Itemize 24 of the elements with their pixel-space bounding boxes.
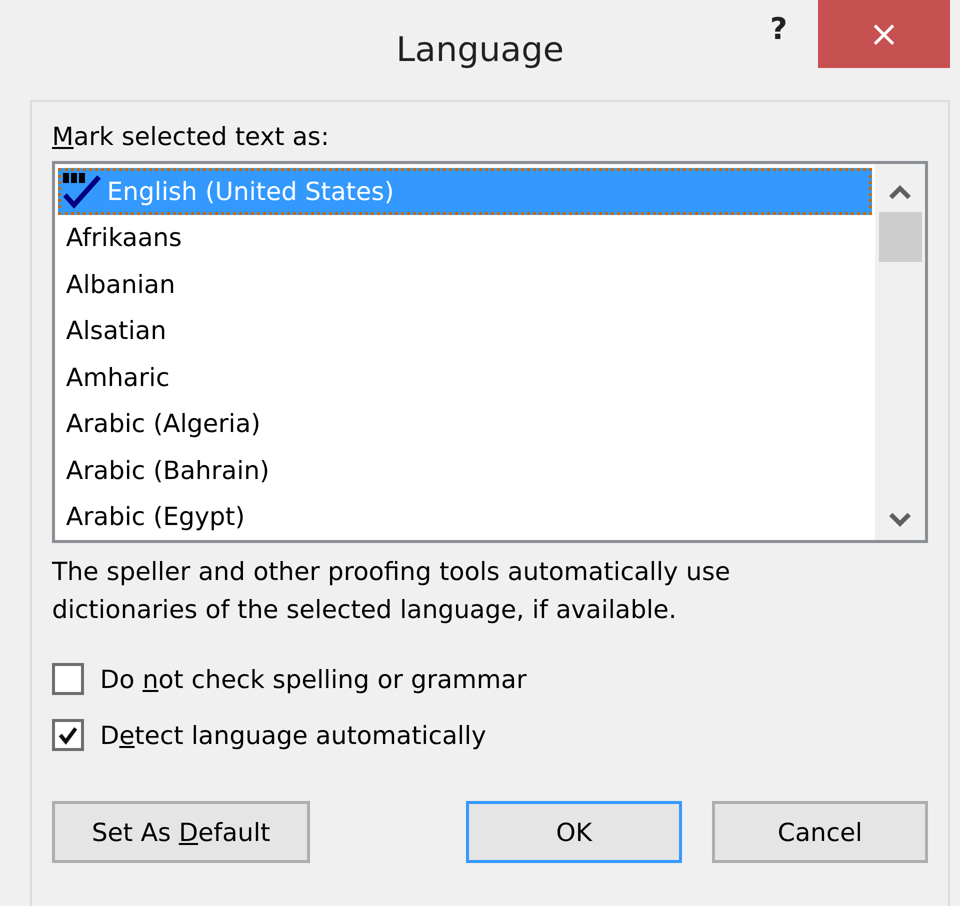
scroll-down-icon[interactable] — [889, 512, 911, 528]
language-item[interactable]: Amharic — [58, 354, 872, 400]
dialog-button[interactable]: Set As Default — [52, 801, 310, 863]
language-item[interactable]: Albanian — [58, 261, 872, 308]
dialog-button[interactable]: Cancel — [712, 801, 928, 863]
close-button[interactable]: × — [818, 0, 950, 68]
language-item[interactable]: Alsatian — [58, 308, 872, 354]
scrollbar-thumb[interactable] — [878, 212, 922, 262]
checkbox[interactable] — [52, 719, 84, 751]
language-item[interactable]: Arabic (Bahrain) — [58, 447, 872, 494]
scrollbar[interactable] — [875, 164, 925, 540]
language-item[interactable]: Arabic (Egypt) — [58, 494, 872, 540]
list-label: Mark selected text as: — [52, 122, 330, 151]
checkbox-label[interactable]: Detect language automatically — [100, 720, 486, 750]
window-title: Language — [396, 30, 564, 70]
checkbox[interactable] — [52, 663, 84, 695]
description-text: The speller and other proofing tools automatically use dictionaries of the selected language, if available. — [52, 556, 732, 626]
checkbox-label[interactable]: Do not check spelling or grammar — [100, 664, 527, 694]
language-list[interactable]: English (United States) Afrikaans Albanian Alsatian Amharic Arabic (Algeria) Arabic (Bahrain) Arabic (Egypt) — [52, 161, 928, 543]
help-button[interactable]: ? — [760, 8, 798, 51]
language-item[interactable]: Afrikaans — [58, 214, 872, 261]
dialog-button[interactable]: OK — [466, 801, 682, 863]
language-item[interactable]: Arabic (Algeria) — [58, 400, 872, 447]
scroll-up-icon[interactable] — [889, 184, 911, 200]
